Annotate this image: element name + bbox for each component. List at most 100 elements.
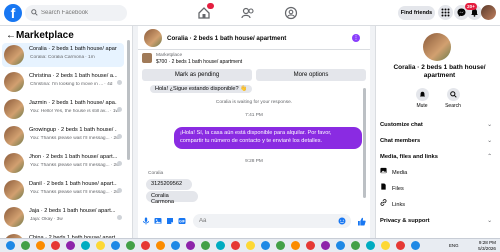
conversation-title: Growingup · 2 beds 1 bath house/ ... (29, 127, 117, 133)
conversation-details-panel: Coralia · 2 beds 1 bath house/ apartment… (375, 26, 500, 238)
conversation-item[interactable]: Jhon · 2 beds 1 bath house/ apart... You:… (2, 151, 124, 175)
notification-count-badge: 20+ (465, 3, 477, 10)
chat-scrollbar[interactable] (363, 88, 366, 198)
conversation-title: Danil · 2 beds 1 bath house/ apart... (29, 181, 117, 187)
customize-chat-row[interactable]: Customize chat ⌄ (380, 119, 494, 131)
thumbs-up-icon[interactable] (357, 217, 366, 226)
incoming-message-hola[interactable]: Hola! ¿Sigue estando disponible? 👋 (150, 85, 253, 93)
menu-button[interactable] (438, 5, 453, 20)
mute-label: Mute (416, 103, 428, 109)
taskbar-app-icon[interactable] (231, 241, 240, 250)
search-box[interactable] (25, 5, 127, 21)
os-taskbar: ENG 9:28 PM 5/3/2026 (0, 238, 500, 252)
read-receipt-avatar (117, 215, 122, 220)
taskbar-app-icon[interactable] (126, 241, 135, 250)
privacy-support-row[interactable]: Privacy & support ⌄ (380, 215, 494, 227)
conversation-thumbnail (4, 153, 24, 173)
files-item[interactable]: Files (380, 183, 494, 195)
mark-as-pending-button[interactable]: Mark as pending (142, 69, 252, 81)
media-item[interactable]: Media (380, 167, 494, 179)
chevron-down-icon: ⌄ (487, 138, 492, 144)
search-input[interactable] (41, 7, 123, 19)
back-arrow-icon[interactable]: ← (6, 30, 16, 41)
grid-menu-icon (441, 8, 450, 17)
chat-members-row[interactable]: Chat members ⌄ (380, 135, 494, 147)
links-item[interactable]: Links (380, 199, 494, 211)
conversation-item[interactable]: Christina · 2 beds 1 bath house/ a... Chr… (2, 70, 124, 94)
details-listing-photo[interactable] (423, 33, 451, 61)
taskbar-app-icon[interactable] (66, 241, 75, 250)
listing-thumbnail[interactable] (142, 53, 152, 63)
sticker-icon[interactable] (166, 217, 174, 225)
taskbar-app-icon[interactable] (381, 241, 390, 250)
taskbar-app-icon[interactable] (156, 241, 165, 250)
chat-listing-thumbnail[interactable] (144, 29, 162, 47)
emoji-icon[interactable] (338, 217, 346, 225)
clock[interactable]: 9:28 PM 5/3/2026 (470, 240, 496, 252)
groups-icon[interactable] (284, 6, 298, 20)
conversation-item[interactable]: Growingup · 2 beds 1 bath house/ ... You:… (2, 124, 124, 148)
taskbar-app-icon[interactable] (141, 241, 150, 250)
search-action[interactable]: Search (438, 88, 468, 109)
image-icon[interactable] (154, 217, 162, 225)
taskbar-app-icon[interactable] (246, 241, 255, 250)
snippet-text: Coralia: Coralia Carmona (30, 55, 85, 60)
profile-avatar[interactable] (481, 5, 496, 20)
details-title: Coralia · 2 beds 1 bath house/ apartment (393, 64, 486, 79)
taskbar-app-icon[interactable] (36, 241, 45, 250)
incoming-message-phone[interactable]: 3125209562 (146, 179, 192, 190)
customize-chat-label: Customize chat (380, 122, 423, 128)
taskbar-app-icon[interactable] (51, 241, 60, 250)
conversation-list-scrollbar[interactable] (127, 40, 130, 160)
marketplace-header: ←Marketplace (6, 30, 74, 42)
taskbar-app-icon[interactable] (411, 241, 420, 250)
conversation-item[interactable]: Danil · 2 beds 1 bath house/ apart... You… (2, 178, 124, 202)
language-indicator[interactable]: ENG (449, 243, 459, 248)
top-navigation-bar: f Find friends 20+ (0, 0, 500, 26)
taskbar-app-icon[interactable] (81, 241, 90, 250)
info-icon[interactable]: ⋮ (352, 34, 360, 42)
taskbar-app-icon[interactable] (216, 241, 225, 250)
taskbar-app-icon[interactable] (111, 241, 120, 250)
find-friends-button[interactable]: Find friends (398, 6, 435, 20)
conversation-item[interactable]: Jaja · 2 beds 1 bath house/ apart... Jaja… (2, 205, 124, 229)
read-receipt-avatar (117, 107, 122, 112)
read-receipt-avatar (117, 134, 122, 139)
media-files-links-row[interactable]: Media, files and links ⌃ (380, 151, 494, 163)
microphone-icon[interactable] (142, 217, 150, 225)
taskbar-app-icon[interactable] (171, 241, 180, 250)
conversation-item[interactable]: Jazmin · 2 beds 1 bath house/ apa... You:… (2, 97, 124, 121)
taskbar-app-icon[interactable] (351, 241, 360, 250)
taskbar-app-icon[interactable] (396, 241, 405, 250)
outgoing-message-reply[interactable]: ¡Hola! Sí, la casa aún está disponible p… (174, 127, 362, 149)
taskbar-app-icon[interactable] (336, 241, 345, 250)
conversation-item[interactable]: Coralia · 2 beds 1 bath house/ apartment… (2, 43, 124, 67)
incoming-message-name[interactable]: Coralia Carmona (146, 191, 198, 205)
chevron-up-icon: ⌃ (487, 154, 492, 160)
taskbar-app-icon[interactable] (366, 241, 375, 250)
chat-title[interactable]: Coralia · 2 beds 1 bath house/ apartment (167, 35, 286, 42)
message-input-field[interactable] (193, 214, 351, 228)
files-label: Files (392, 186, 404, 192)
more-options-button[interactable]: More options (256, 69, 366, 81)
taskbar-app-icon[interactable] (96, 241, 105, 250)
conversation-snippet: You: Thanks please wait I'll messag...· … (29, 136, 119, 141)
taskbar-app-icon[interactable] (186, 241, 195, 250)
taskbar-app-icon[interactable] (261, 241, 270, 250)
taskbar-app-icon[interactable] (306, 241, 315, 250)
facebook-logo[interactable]: f (4, 4, 22, 22)
message-input[interactable] (199, 216, 329, 226)
listing-price-line[interactable]: $700 · 2 beds 1 bath house/ apartment (156, 59, 242, 65)
taskbar-app-icon[interactable] (291, 241, 300, 250)
search-icon (31, 9, 38, 16)
taskbar-app-icon[interactable] (321, 241, 330, 250)
taskbar-app-icon[interactable] (6, 241, 15, 250)
snippet-text: You: Thanks please wait I'll messag... (30, 136, 110, 141)
mute-action[interactable]: Mute (407, 88, 437, 109)
taskbar-app-icon[interactable] (201, 241, 210, 250)
chevron-down-icon: ⌄ (487, 122, 492, 128)
gif-icon[interactable]: GIF (178, 217, 186, 225)
friends-icon[interactable] (241, 6, 255, 20)
taskbar-app-icon[interactable] (276, 241, 285, 250)
taskbar-app-icon[interactable] (21, 241, 30, 250)
